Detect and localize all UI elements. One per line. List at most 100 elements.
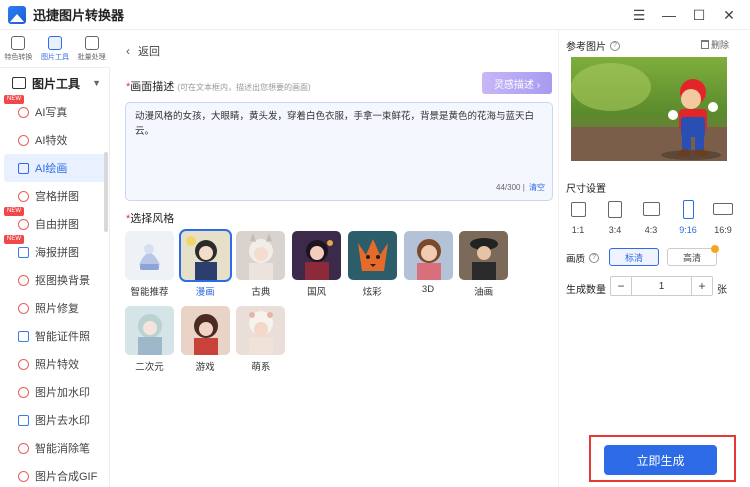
description-input[interactable]: 动漫风格的女孩，大眼睛，黄头发，穿着白色衣服，手拿一束鲜花，背景是黄色的花海与蓝… [125, 102, 553, 201]
quality-hd-button[interactable]: 高清 [667, 245, 719, 266]
vip-badge-icon [711, 245, 719, 253]
sidebar-list: NEW AI写真 AI特效 AI绘画 宫格拼图 NEW 自由拼图 NEW 海报拼图 抠图换背景 照片… [0, 95, 109, 487]
quality-option-label: 标清 [624, 252, 643, 263]
chevron-left-icon: ‹ [126, 44, 130, 58]
sidebar: 图片工具 ▼ NEW AI写真 AI特效 AI绘画 宫格拼图 NEW 自由拼图 NEW 海报拼图… [0, 68, 110, 487]
style-name: 二次元 [135, 362, 164, 373]
style-thumbnail [125, 231, 174, 280]
style-card[interactable]: 漫画 [178, 229, 232, 298]
ratio-option[interactable]: 3:4 [604, 199, 626, 235]
ratio-shape-icon [608, 200, 622, 218]
style-thumbnail [403, 231, 453, 280]
reference-image-title: 参考图片 [566, 42, 606, 53]
sidebar-item[interactable]: 图片合成GIF [0, 462, 109, 487]
sidebar-item-label: 自由拼图 [35, 219, 79, 231]
style-name: 游戏 [195, 362, 215, 373]
tab-label: 批量处理 [77, 53, 106, 61]
sidebar-item[interactable]: 图片加水印 [0, 378, 109, 406]
menu-icon[interactable]: ☰ [624, 0, 654, 30]
style-name: 萌系 [251, 362, 271, 373]
generate-button[interactable]: 立即生成 [604, 445, 717, 475]
sidebar-item[interactable]: 照片修复 [0, 294, 109, 322]
ratio-option[interactable]: 1:1 [567, 199, 589, 235]
quality-label: 画质 ? [566, 251, 600, 265]
tool-icon [18, 190, 29, 202]
decrement-button[interactable]: − [611, 277, 631, 295]
delete-label: 删除 [711, 40, 730, 50]
back-button[interactable]: ‹ 返回 [126, 43, 160, 59]
sidebar-item[interactable]: 抠图换背景 [0, 266, 109, 294]
image-tools-icon [48, 35, 62, 50]
quantity-input[interactable]: 1 [631, 277, 692, 295]
tool-icon [18, 218, 29, 230]
ratio-option[interactable]: 4:3 [640, 199, 662, 235]
ratio-label: 3:4 [608, 225, 622, 235]
style-name: 炫彩 [362, 287, 382, 298]
style-card[interactable]: 游戏 [180, 306, 230, 373]
style-card[interactable]: 古典 [236, 231, 286, 298]
clear-button[interactable]: 清空 [529, 183, 545, 192]
style-card[interactable]: 油画 [459, 231, 509, 298]
close-icon[interactable]: ✕ [714, 0, 744, 30]
sidebar-item-label: 图片合成GIF [35, 471, 98, 483]
sidebar-item[interactable]: NEW 自由拼图 [0, 207, 109, 238]
style-card[interactable]: 萌系 [236, 306, 286, 373]
panel-divider [558, 30, 559, 487]
help-icon[interactable]: ? [589, 253, 600, 263]
tab-feature-convert[interactable]: 特色转换 [0, 30, 37, 67]
sidebar-item-label: 图片去水印 [35, 415, 90, 427]
style-card[interactable]: 智能推荐 [125, 231, 174, 298]
sidebar-item[interactable]: 智能消除笔 [0, 434, 109, 462]
count-label: 生成数量 [566, 285, 606, 296]
sidebar-item[interactable]: 照片特效 [0, 350, 109, 378]
reference-image[interactable] [571, 57, 727, 161]
style-thumbnail [347, 231, 397, 280]
style-card[interactable]: 3D [403, 231, 453, 295]
ratio-option[interactable]: 9:16 [677, 199, 699, 235]
style-label: *选择风格 [126, 210, 174, 226]
increment-button[interactable]: + [692, 277, 712, 295]
sidebar-item[interactable]: AI绘画 [4, 154, 105, 182]
ratio-shape-icon [682, 199, 694, 219]
app-title: 迅捷图片转换器 [33, 8, 125, 23]
sidebar-item[interactable]: NEW 海报拼图 [0, 235, 109, 266]
style-card[interactable]: 国风 [292, 231, 342, 298]
style-card[interactable]: 炫彩 [347, 231, 397, 298]
ratio-label: 9:16 [679, 225, 697, 235]
sidebar-scrollbar[interactable] [104, 152, 108, 232]
sidebar-item-label: 海报拼图 [35, 247, 79, 259]
char-count: 44/300 [496, 183, 521, 192]
ratio-option[interactable]: 16:9 [712, 199, 734, 235]
sidebar-item-label: AI绘画 [35, 163, 68, 175]
style-thumbnail [125, 306, 174, 355]
sidebar-item[interactable]: NEW AI写真 [0, 95, 109, 126]
tool-icon [18, 106, 29, 118]
style-thumbnail [178, 229, 232, 282]
sidebar-item[interactable]: 智能证件照 [0, 322, 109, 350]
inspiration-button[interactable]: 灵感描述 › [482, 72, 552, 94]
style-thumbnail [236, 306, 286, 355]
help-icon[interactable]: ? [610, 40, 620, 51]
tool-icon [18, 470, 29, 482]
quality-title: 画质 [566, 254, 586, 265]
tool-icon [18, 330, 29, 342]
sidebar-item-label: AI特效 [35, 135, 68, 147]
style-name: 国风 [307, 287, 327, 298]
generate-highlight-box: 立即生成 [589, 435, 736, 482]
tool-icon [18, 302, 29, 314]
sidebar-item[interactable]: AI特效 [0, 126, 109, 154]
sidebar-section-header[interactable]: 图片工具 ▼ [0, 68, 109, 98]
maximize-icon[interactable]: ☐ [684, 0, 714, 30]
quality-standard-button[interactable]: 标清 [609, 248, 659, 266]
sidebar-item[interactable]: 图片去水印 [0, 406, 109, 434]
style-name: 古典 [251, 287, 271, 298]
style-name: 油画 [474, 287, 494, 298]
new-badge: NEW [4, 207, 24, 216]
tab-image-tools[interactable]: 图片工具 [37, 30, 74, 67]
style-card[interactable]: 二次元 [125, 306, 174, 373]
delete-button[interactable]: 删除 [701, 38, 729, 51]
minimize-icon[interactable]: — [654, 0, 684, 30]
sidebar-item[interactable]: 宫格拼图 [0, 182, 109, 210]
top-tabs: 特色转换 图片工具 批量处理 [0, 30, 110, 68]
tab-batch[interactable]: 批量处理 [73, 30, 110, 67]
